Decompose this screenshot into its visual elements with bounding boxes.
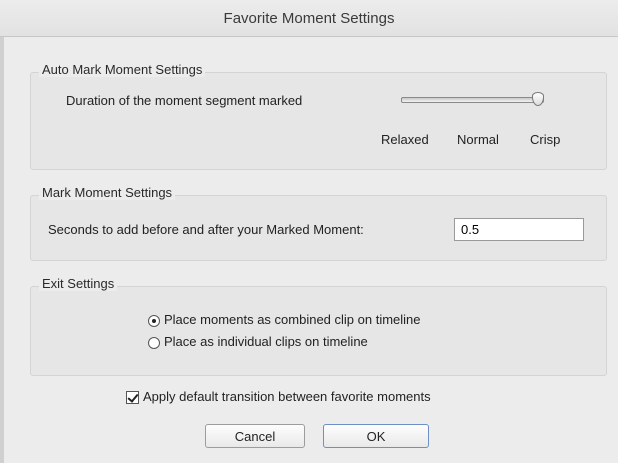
exit-option-combined-label: Place moments as combined clip on timeli…	[164, 312, 421, 327]
auto-mark-group: Auto Mark Moment Settings	[30, 62, 607, 170]
apply-transition-label: Apply default transition between favorit…	[143, 389, 431, 404]
radio-individual-clips[interactable]	[148, 336, 160, 349]
exit-settings-group: Exit Settings	[30, 276, 607, 376]
duration-label: Duration of the moment segment marked	[66, 93, 303, 108]
seconds-label: Seconds to add before and after your Mar…	[48, 222, 364, 237]
window-edge	[0, 0, 4, 463]
ok-button[interactable]: OK	[323, 424, 429, 448]
exit-settings-group-label: Exit Settings	[39, 276, 118, 291]
cancel-button[interactable]: Cancel	[205, 424, 305, 448]
favorite-moment-settings-dialog: Favorite Moment Settings Auto Mark Momen…	[0, 0, 618, 463]
exit-option-individual[interactable]: Place as individual clips on timeline	[148, 334, 368, 349]
auto-mark-group-label: Auto Mark Moment Settings	[39, 62, 206, 77]
exit-option-combined[interactable]: Place moments as combined clip on timeli…	[148, 312, 421, 327]
apply-transition-option[interactable]: Apply default transition between favorit…	[126, 389, 431, 405]
apply-transition-checkbox[interactable]	[126, 391, 139, 405]
dialog-title: Favorite Moment Settings	[223, 9, 395, 27]
mark-moment-group-label: Mark Moment Settings	[39, 185, 176, 200]
scale-label-relaxed: Relaxed	[381, 132, 429, 147]
dialog-titlebar: Favorite Moment Settings	[0, 0, 618, 37]
scale-label-normal: Normal	[457, 132, 499, 147]
scale-label-crisp: Crisp	[530, 132, 561, 147]
exit-option-individual-label: Place as individual clips on timeline	[164, 334, 368, 349]
radio-combined-clip[interactable]	[148, 314, 160, 327]
duration-slider-track[interactable]	[401, 97, 544, 103]
seconds-input[interactable]	[454, 218, 584, 241]
